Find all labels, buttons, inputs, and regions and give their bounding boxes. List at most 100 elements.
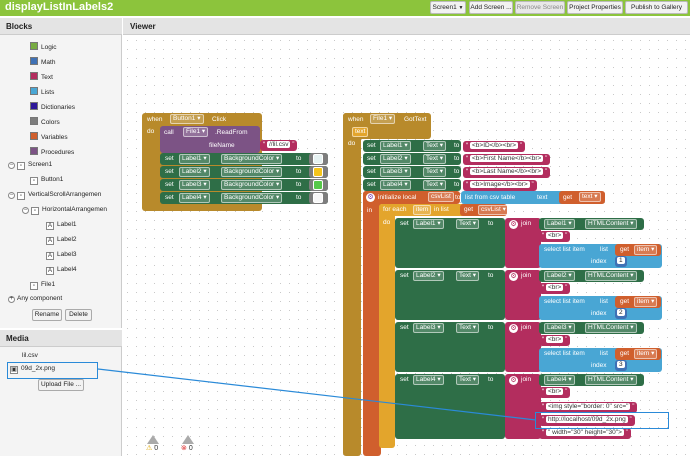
property-dropdown[interactable]: BackgroundColor ▾: [221, 154, 283, 164]
component-dropdown[interactable]: File1 ▾: [370, 114, 396, 124]
component-item[interactable]: ▫ Button1: [30, 176, 63, 185]
remove-screen-button[interactable]: Remove Screen: [515, 1, 565, 14]
label-dropdown[interactable]: Label4 ▾: [380, 180, 411, 190]
builtin-category-text[interactable]: Text: [30, 72, 53, 81]
screen-select[interactable]: Screen1 ▼: [430, 1, 466, 14]
label-dropdown[interactable]: Label1 ▾: [413, 219, 444, 229]
index-number-value[interactable]: 1: [617, 257, 625, 264]
media-file[interactable]: lil.csv: [22, 352, 38, 359]
builtin-category-dictionaries[interactable]: Dictionaries: [30, 102, 75, 111]
filename-value[interactable]: //lil.csv: [266, 141, 291, 148]
set-text-block[interactable]: [363, 179, 461, 191]
text-string[interactable]: “ <b>Image</b><br> ”: [463, 180, 537, 191]
text-string[interactable]: “ <b>ID</b><br> ”: [463, 141, 526, 152]
gear-icon[interactable]: ⚙: [366, 193, 375, 202]
label-dropdown[interactable]: Label4 ▾: [544, 375, 575, 385]
br-string[interactable]: “ <br> ”: [539, 387, 571, 398]
property-dropdown[interactable]: Text ▾: [456, 271, 479, 281]
property-dropdown[interactable]: Text ▾: [423, 141, 446, 151]
delete-button[interactable]: Delete: [65, 309, 92, 321]
index-number[interactable]: 2: [615, 308, 627, 319]
label-dropdown[interactable]: Label4 ▾: [179, 193, 210, 203]
text-string[interactable]: “ <b>Last Name</b><br> ”: [463, 167, 550, 178]
get-var-dropdown[interactable]: text ▾: [579, 192, 601, 202]
file-dropdown[interactable]: File1 ▾: [183, 127, 209, 137]
color-swatch[interactable]: [313, 180, 323, 190]
collapse-icon[interactable]: −: [8, 192, 15, 199]
component-item[interactable]: A Label3: [46, 251, 77, 260]
local-var-name[interactable]: csvList: [428, 192, 454, 202]
label-dropdown[interactable]: Label2 ▾: [413, 271, 444, 281]
component-item[interactable]: − ▫ HorizontalArrangemen: [22, 206, 107, 215]
property-dropdown[interactable]: HTMLContent ▾: [585, 271, 637, 281]
text-string-value[interactable]: <b>Image</b><br>: [469, 181, 530, 188]
property-dropdown[interactable]: Text ▾: [456, 375, 479, 385]
get-var-dropdown[interactable]: csvList ▾: [478, 205, 509, 215]
color-swatch[interactable]: [313, 167, 323, 177]
any-component-item[interactable]: + Any component: [8, 295, 62, 303]
br-value[interactable]: <br>: [545, 232, 564, 239]
component-item[interactable]: ▫ File1: [30, 281, 55, 290]
label-dropdown[interactable]: Label2 ▾: [380, 154, 411, 164]
br-string[interactable]: “ <br> ”: [539, 231, 571, 242]
warning-indicator[interactable]: ⚠ 0: [146, 435, 159, 452]
property-dropdown[interactable]: BackgroundColor ▾: [221, 167, 283, 177]
br-value[interactable]: <br>: [545, 336, 564, 343]
property-dropdown[interactable]: BackgroundColor ▾: [221, 180, 283, 190]
property-dropdown[interactable]: Text ▾: [423, 180, 446, 190]
img-close-string[interactable]: “ " width="30" height="30"> ”: [539, 428, 631, 439]
publish-button[interactable]: Publish to Gallery: [625, 1, 688, 14]
property-dropdown[interactable]: Text ▾: [456, 219, 479, 229]
collapse-icon[interactable]: −: [8, 162, 15, 169]
component-dropdown[interactable]: Button1 ▾: [170, 114, 204, 124]
img-open-value[interactable]: <img style="border: 0" src=": [545, 403, 631, 410]
label-dropdown[interactable]: Label2 ▾: [544, 271, 575, 281]
property-dropdown[interactable]: Text ▾: [423, 154, 446, 164]
gear-icon[interactable]: ⚙: [509, 220, 518, 229]
text-string[interactable]: “ <b>First Name</b><br> ”: [463, 154, 551, 165]
gear-icon[interactable]: ⚙: [509, 376, 518, 385]
for-each-block[interactable]: [379, 204, 395, 448]
property-dropdown[interactable]: HTMLContent ▾: [585, 375, 637, 385]
get-var-dropdown[interactable]: item ▾: [634, 349, 658, 359]
event-block-file-gottext[interactable]: [343, 113, 361, 456]
property-dropdown[interactable]: Text ▾: [456, 323, 479, 333]
get-var-dropdown[interactable]: item ▾: [634, 297, 658, 307]
gear-icon[interactable]: ⚙: [509, 272, 518, 281]
builtin-category-variables[interactable]: Variables: [30, 132, 68, 141]
filename-string[interactable]: “ //lil.csv ”: [260, 140, 298, 151]
index-number[interactable]: 3: [615, 360, 627, 371]
color-swatch[interactable]: [313, 154, 323, 164]
label-dropdown[interactable]: Label3 ▾: [413, 323, 444, 333]
text-string-value[interactable]: <b>ID</b><br>: [469, 142, 519, 149]
property-dropdown[interactable]: HTMLContent ▾: [585, 219, 637, 229]
blocks-workspace[interactable]: when Button1 ▾ Click do call File1 ▾ .Re…: [123, 36, 690, 456]
br-value[interactable]: <br>: [545, 284, 564, 291]
component-item[interactable]: − ▫ VerticalScrollArrangemen: [8, 191, 101, 200]
label-dropdown[interactable]: Label3 ▾: [179, 180, 210, 190]
builtin-category-procedures[interactable]: Procedures: [30, 147, 74, 156]
builtin-category-lists[interactable]: Lists: [30, 87, 54, 96]
component-item[interactable]: A Label2: [46, 236, 77, 245]
br-string[interactable]: “ <br> ”: [539, 335, 571, 346]
property-dropdown[interactable]: HTMLContent ▾: [585, 323, 637, 333]
expand-icon[interactable]: +: [8, 296, 15, 303]
component-item[interactable]: A Label1: [46, 221, 77, 230]
builtin-category-colors[interactable]: Colors: [30, 117, 60, 126]
label-dropdown[interactable]: Label3 ▾: [380, 167, 411, 177]
set-text-block[interactable]: [395, 374, 505, 439]
component-item[interactable]: A Label4: [46, 266, 77, 275]
label-dropdown[interactable]: Label3 ▾: [544, 323, 575, 333]
label-dropdown[interactable]: Label1 ▾: [380, 141, 411, 151]
label-dropdown[interactable]: Label4 ▾: [413, 375, 444, 385]
rename-button[interactable]: Rename: [32, 309, 62, 321]
img-close-value[interactable]: " width="30" height="30">: [545, 429, 624, 436]
error-indicator[interactable]: ⊗ 0: [181, 435, 194, 452]
project-properties-button[interactable]: Project Properties: [567, 1, 623, 14]
add-screen-button[interactable]: Add Screen ...: [469, 1, 513, 14]
gear-icon[interactable]: ⚙: [509, 324, 518, 333]
set-text-block[interactable]: [363, 153, 461, 165]
upload-file-button[interactable]: Upload File ...: [38, 379, 84, 391]
index-number-value[interactable]: 3: [617, 361, 625, 368]
br-value[interactable]: <br>: [545, 388, 564, 395]
